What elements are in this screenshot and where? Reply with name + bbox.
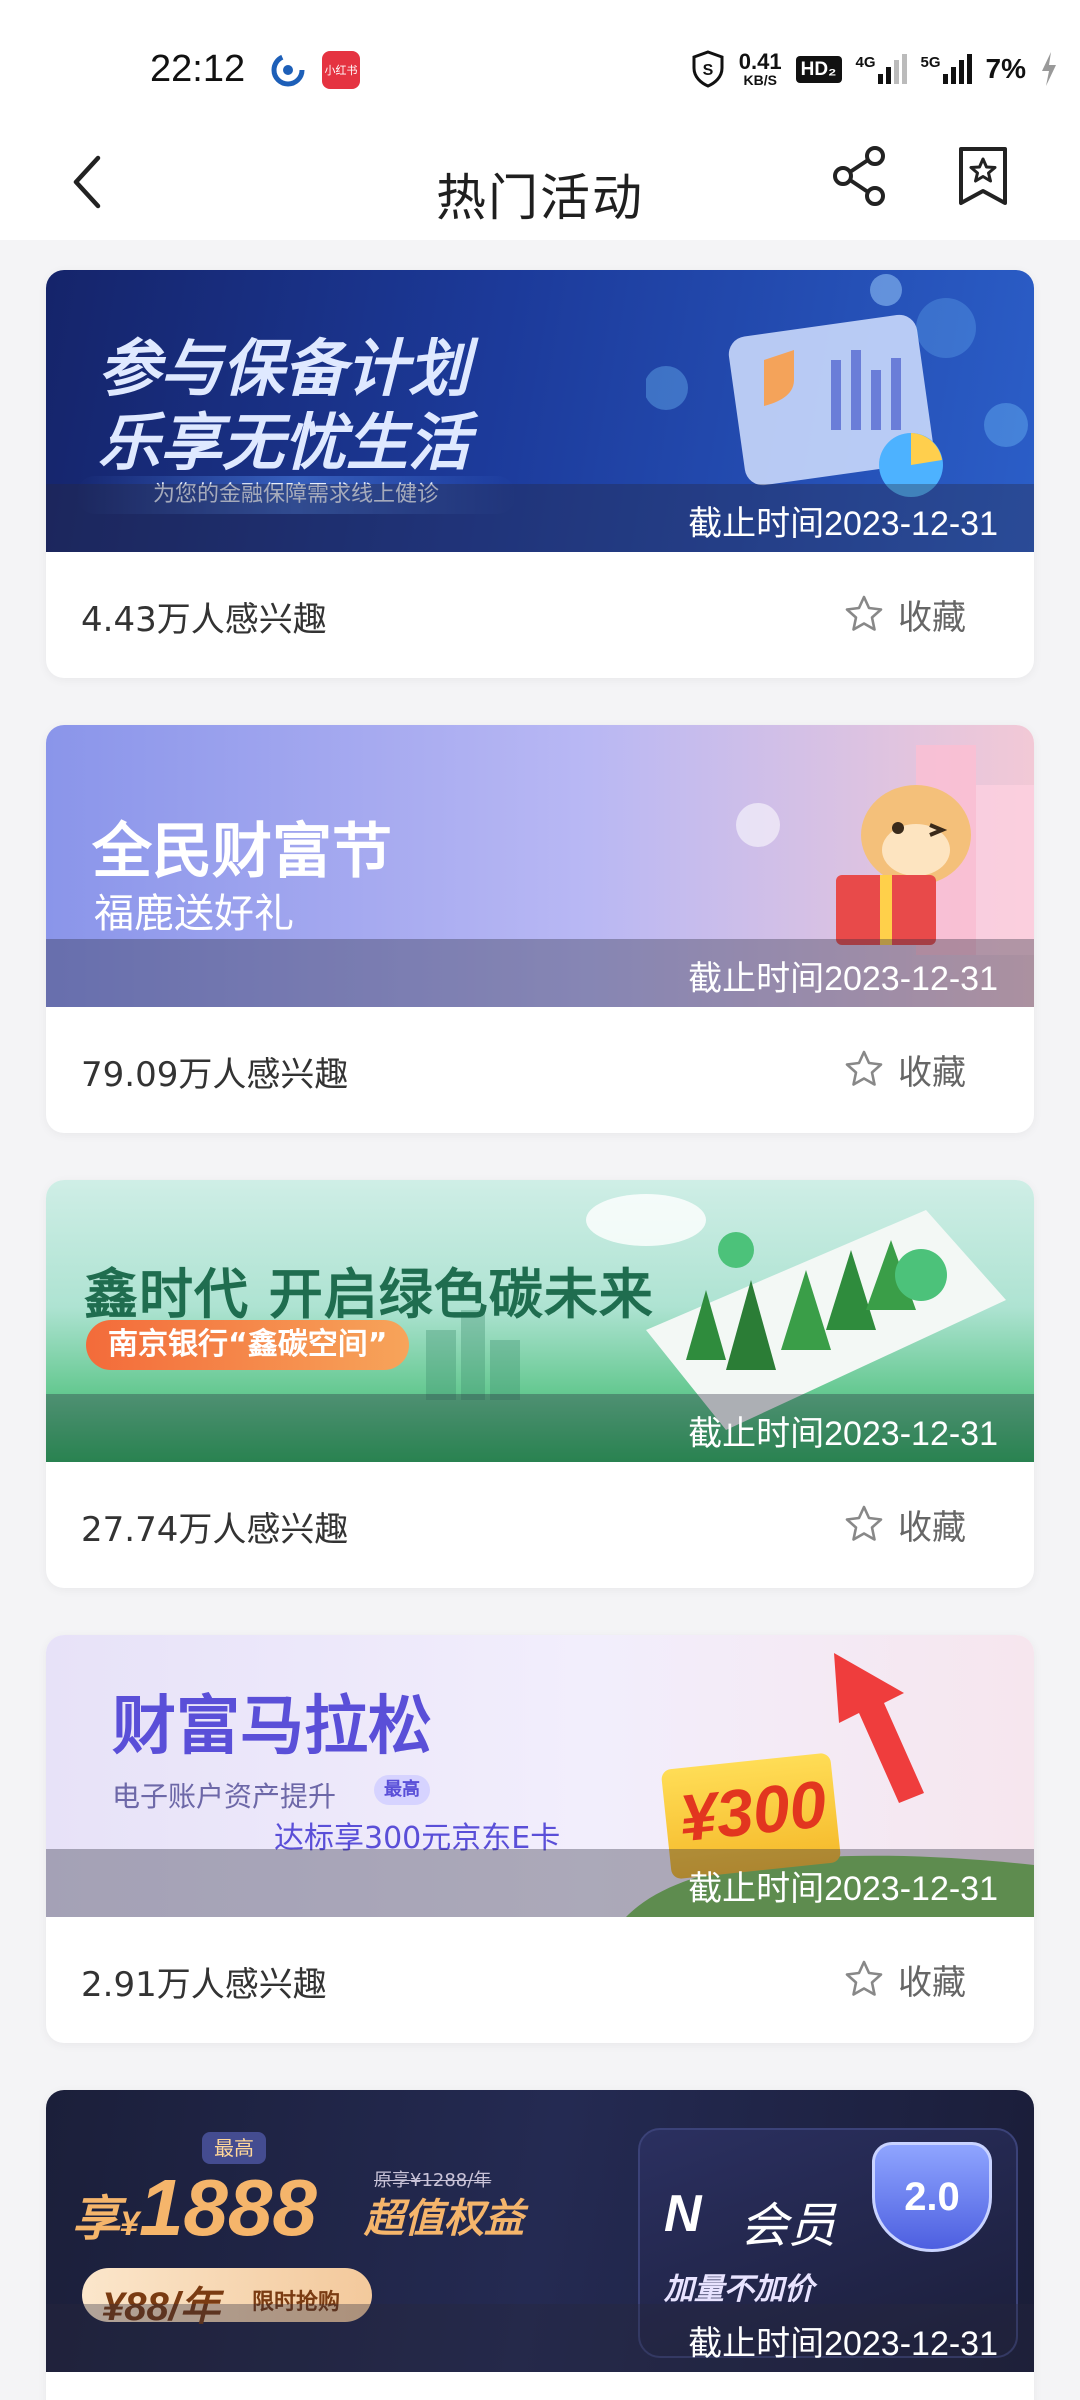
banner-headline: 鑫时代 开启绿色碳未来: [84, 1263, 654, 1326]
status-bar: 22:12 小红书 S 0.41 KB/S HD₂ 4G 5G 7%: [0, 0, 1080, 130]
activity-card[interactable]: 鑫时代 开启绿色碳未来 南京银行“鑫碳空间” 截止时间2023-12-31 27…: [46, 1180, 1034, 1588]
star-icon: [845, 1505, 883, 1541]
activity-card[interactable]: 参与保备计划 乐享无忧生活 为您的金融保障需求线上健诊 截止时间2023-12-…: [46, 270, 1034, 678]
max-badge: 最高: [202, 2132, 266, 2164]
activity-banner[interactable]: 鑫时代 开启绿色碳未来 南京银行“鑫碳空间” 截止时间2023-12-31: [46, 1180, 1034, 1462]
activity-banner[interactable]: 全民财富节 福鹿送好礼 截止时间2023-12-31: [46, 725, 1034, 1007]
version-badge: 2.0: [872, 2142, 992, 2252]
favorite-label: 收藏: [898, 1507, 966, 1548]
activity-card[interactable]: 全民财富节 福鹿送好礼 截止时间2023-12-31 79.09万人感兴趣 收藏: [46, 725, 1034, 1133]
banner-headline: 全民财富节: [92, 817, 392, 887]
activity-banner[interactable]: 最高 享¥1888 原享¥1288/年 超值权益 ¥88/年 限时抢购 N 会员…: [46, 2090, 1034, 2372]
deadline-overlay: 截止时间2023-12-31: [46, 1394, 1034, 1462]
charging-icon: [1042, 52, 1056, 86]
favorite-button[interactable]: 收藏: [844, 1496, 966, 1552]
coupon-amount: ¥300: [675, 1766, 830, 1856]
banner-headline: 享¥1888: [72, 2163, 317, 2252]
banner-subheadline: 超值权益: [364, 2196, 524, 2242]
shield-icon: S: [692, 50, 724, 88]
banner-headline: 财富马拉松: [112, 1690, 432, 1764]
banner-subheadline: 电子账户资产提升: [112, 1780, 337, 1813]
favorite-button[interactable]: 收藏: [844, 586, 966, 642]
deadline-text: 截止时间2023-12-31: [688, 1870, 998, 1908]
bookmark-star-icon: [959, 147, 1007, 205]
page-title: 热门活动: [436, 169, 644, 227]
card-footer: 4.43万人感兴趣 收藏: [46, 552, 1034, 678]
bookmark-button[interactable]: [948, 136, 1018, 216]
interest-count: 27.74万人感兴趣: [81, 1510, 349, 1550]
favorite-button[interactable]: 收藏: [844, 1951, 966, 2007]
deadline-text: 截止时间2023-12-31: [688, 1415, 998, 1453]
favorite-label: 收藏: [898, 597, 966, 638]
bank-app-icon: [271, 53, 305, 87]
share-button[interactable]: [826, 136, 896, 216]
status-indicators: S 0.41 KB/S HD₂ 4G 5G 7%: [691, 46, 1058, 92]
share-icon: [833, 146, 885, 206]
banner-headline-2: 乐享无忧生活: [98, 406, 471, 479]
activity-banner[interactable]: ¥300 财富马拉松 电子账户资产提升 最高 达标享300元京东E卡 截止时间2…: [46, 1635, 1034, 1917]
status-time: 22:12: [150, 48, 246, 90]
banner-tagline: 南京银行“鑫碳空间”: [86, 1320, 410, 1370]
star-icon: [845, 1050, 883, 1086]
card-footer: 27.74万人感兴趣 收藏: [46, 1462, 1034, 1588]
favorite-label: 收藏: [898, 1052, 966, 1093]
interest-count: 79.09万人感兴趣: [81, 1055, 349, 1095]
activity-card[interactable]: 最高 享¥1888 原享¥1288/年 超值权益 ¥88/年 限时抢购 N 会员…: [46, 2090, 1034, 2400]
member-logo: N: [664, 2185, 702, 2243]
deadline-overlay: 截止时间2023-12-31: [46, 1849, 1034, 1917]
signal-bars-icon: [877, 54, 907, 84]
member-subtitle: 加量不加价: [664, 2272, 814, 2307]
deadline-overlay: 截止时间2023-12-31: [46, 939, 1034, 1007]
interest-count: 4.43万人感兴趣: [81, 600, 327, 640]
favorite-button[interactable]: 收藏: [844, 1041, 966, 1097]
signal-5g: 5G: [921, 54, 972, 84]
card-footer: 79.09万人感兴趣 收藏: [46, 1007, 1034, 1133]
deadline-overlay: 截止时间2023-12-31: [46, 2304, 1034, 2372]
deadline-text: 截止时间2023-12-31: [688, 960, 998, 998]
signal-4g: 4G: [856, 54, 907, 84]
max-badge: 最高: [374, 1775, 430, 1805]
banner-subheadline: 福鹿送好礼: [94, 891, 294, 937]
xiaohongshu-icon: 小红书: [322, 51, 360, 89]
battery-level: 7%: [985, 53, 1026, 84]
deadline-text: 截止时间2023-12-31: [688, 505, 998, 543]
card-footer: 2.91万人感兴趣 收藏: [46, 1917, 1034, 2043]
page-header: 热门活动: [0, 130, 1080, 240]
favorite-label: 收藏: [898, 1962, 966, 2003]
activity-card[interactable]: ¥300 财富马拉松 电子账户资产提升 最高 达标享300元京东E卡 截止时间2…: [46, 1635, 1034, 2043]
star-icon: [845, 595, 883, 631]
deadline-text: 截止时间2023-12-31: [688, 2325, 998, 2363]
star-icon: [845, 1960, 883, 1996]
svg-text:S: S: [702, 62, 713, 79]
hd-voice-badge: HD₂: [795, 55, 842, 83]
activity-banner[interactable]: 参与保备计划 乐享无忧生活 为您的金融保障需求线上健诊 截止时间2023-12-…: [46, 270, 1034, 552]
member-label: 会员: [740, 2198, 837, 2254]
network-speed: 0.41 KB/S: [738, 49, 782, 88]
signal-bars-icon: [942, 54, 972, 84]
deadline-overlay: 截止时间2023-12-31: [46, 484, 1034, 552]
interest-count: 2.91万人感兴趣: [81, 1965, 327, 2005]
